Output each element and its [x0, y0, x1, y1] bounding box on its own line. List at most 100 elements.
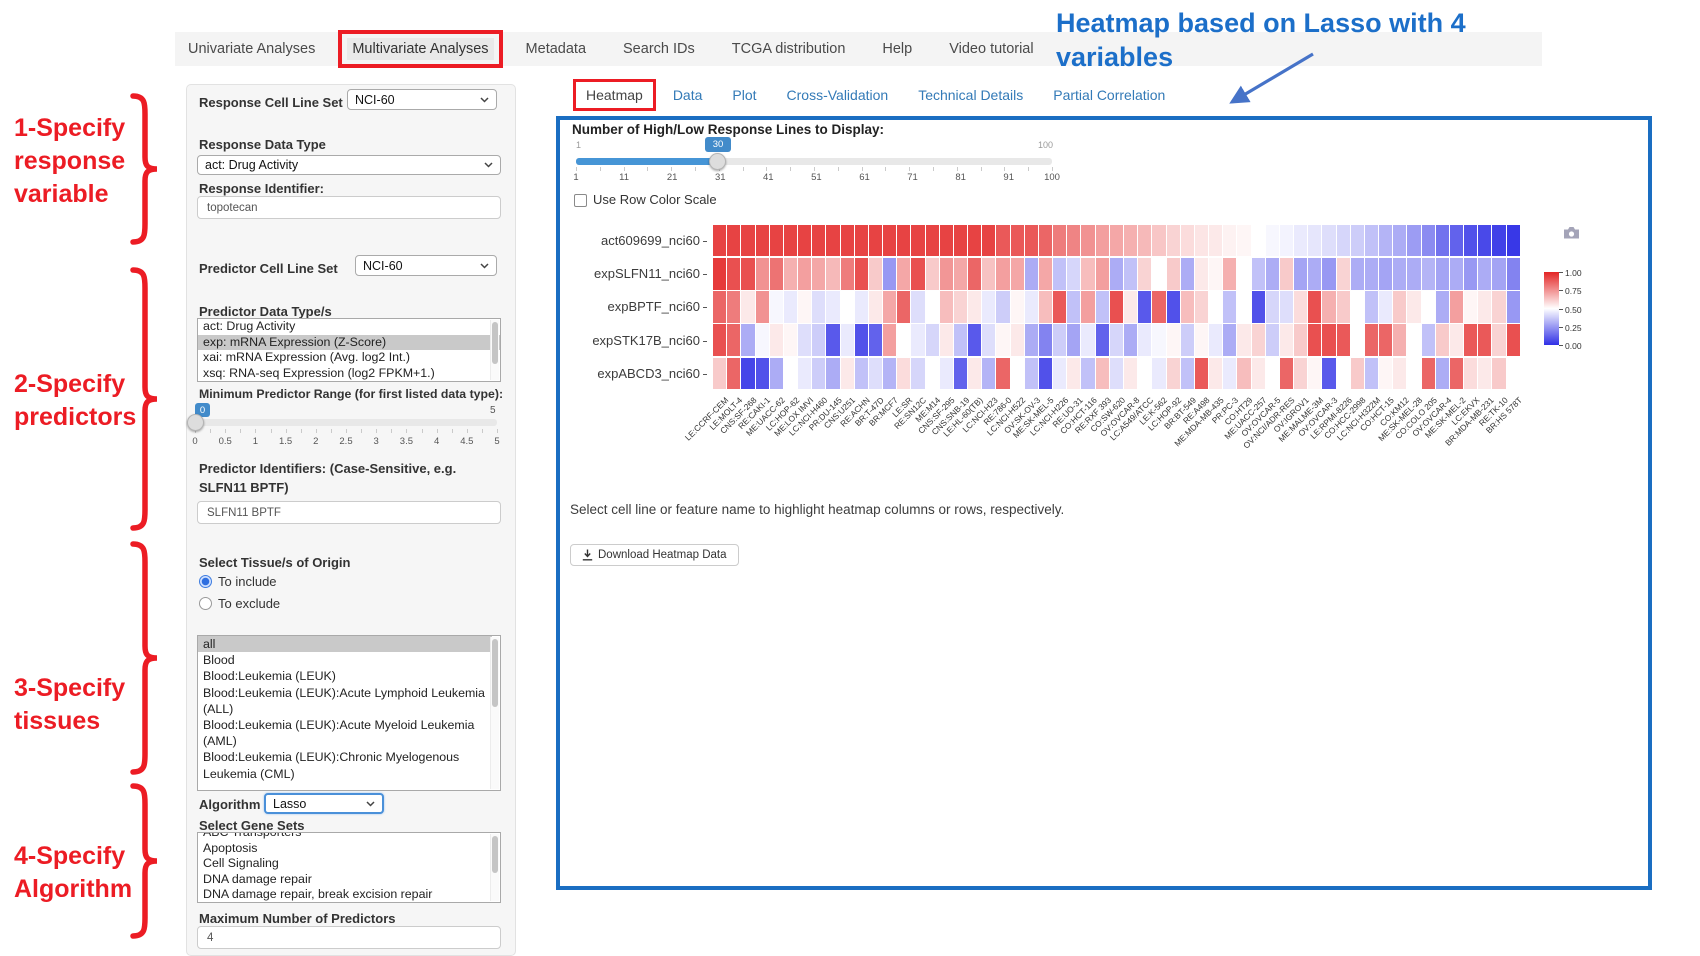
- nav-item-metadata[interactable]: Metadata: [521, 38, 591, 60]
- gene-set-option[interactable]: Apoptosis: [198, 841, 500, 857]
- display-tickmark: [814, 167, 815, 171]
- scrollbar[interactable]: [490, 320, 499, 380]
- gene-set-option[interactable]: Cell Signaling: [198, 856, 500, 872]
- heatmap-cell: [1478, 358, 1492, 390]
- tissue-option[interactable]: Blood:Leukemia (LEUK):Chronic Myelogenou…: [198, 749, 492, 781]
- camera-icon[interactable]: [1562, 224, 1581, 241]
- display-tick-label: 31: [715, 172, 726, 183]
- heatmap-cell: [1507, 291, 1521, 323]
- tissue-include-radio[interactable]: [199, 575, 212, 588]
- tissue-option[interactable]: Blood:Leukemia (LEUK):Acute Myeloid Leuk…: [198, 717, 492, 749]
- predictor-data-type-option[interactable]: xsq: RNA-seq Expression (log2 FPKM+1.): [198, 366, 500, 382]
- scrollbar-thumb[interactable]: [492, 836, 498, 873]
- display-slider-track[interactable]: [576, 158, 1052, 165]
- heatmap-row-label[interactable]: expSLFN11_nci60: [561, 257, 707, 290]
- heatmap-cell: [926, 225, 940, 257]
- tissue-option[interactable]: Blood: [198, 652, 492, 668]
- heatmap-cell: [1067, 291, 1081, 323]
- scrollbar[interactable]: [490, 637, 499, 789]
- heatmap-cell: [798, 225, 812, 257]
- gene-set-option[interactable]: DNA damage repair, break excision repair: [198, 887, 500, 903]
- heatmap-cell: [1252, 291, 1266, 323]
- heatmap-cell: [1478, 225, 1492, 257]
- heatmap-cell: [1422, 225, 1436, 257]
- download-heatmap-data-button[interactable]: Download Heatmap Data: [570, 544, 739, 566]
- heatmap-cell: [1492, 225, 1506, 257]
- tissue-option[interactable]: all: [198, 636, 492, 652]
- response-identifier-input[interactable]: topotecan: [197, 196, 501, 219]
- min-predictor-range-handle[interactable]: [187, 414, 204, 431]
- heatmap-cell: [1308, 358, 1322, 390]
- row-color-scale-checkbox-label[interactable]: Use Row Color Scale: [593, 192, 717, 207]
- nav-item-search-ids[interactable]: Search IDs: [618, 38, 700, 60]
- download-button-label: Download Heatmap Data: [598, 549, 727, 561]
- min-predictor-range-track[interactable]: [195, 419, 497, 426]
- display-tickmark: [600, 167, 601, 171]
- algorithm-select[interactable]: Lasso: [264, 793, 384, 814]
- chevron-down-icon: [484, 162, 493, 168]
- tab-cross-validation[interactable]: Cross-Validation: [785, 86, 891, 104]
- heatmap-cell: [1436, 324, 1450, 356]
- predictor-data-type-option[interactable]: act: Drug Activity: [198, 319, 500, 335]
- chevron-down-icon: [366, 801, 375, 807]
- heatmap-cell: [1450, 258, 1464, 290]
- tissue-include-radio-label[interactable]: To include: [218, 574, 277, 589]
- heatmap-cell: [883, 358, 897, 390]
- heatmap-row: [713, 324, 1521, 356]
- response-cell-line-set-select[interactable]: NCI-60: [347, 89, 497, 110]
- heatmap-cell: [1110, 291, 1124, 323]
- predictor-cell-line-set-select[interactable]: NCI-60: [355, 255, 497, 276]
- tab-partial-correlation[interactable]: Partial Correlation: [1051, 86, 1167, 104]
- heatmap-row-label[interactable]: expSTK17B_nci60: [561, 324, 707, 357]
- max-predictors-input[interactable]: 4: [197, 926, 501, 949]
- heatmap-cell: [926, 291, 940, 323]
- colorbar-tick-label: 0.75: [1565, 286, 1582, 296]
- tissue-option[interactable]: Blood:Leukemia (LEUK): [198, 668, 492, 684]
- heatmap-cell: [897, 358, 911, 390]
- predictor-data-type-option[interactable]: xai: mRNA Expression (Avg. log2 Int.): [198, 350, 500, 366]
- range-tickmark: [271, 429, 272, 433]
- tab-technical-details[interactable]: Technical Details: [916, 86, 1025, 104]
- range-tick-label: 2.5: [339, 436, 352, 447]
- heatmap-cell: [1379, 225, 1393, 257]
- heatmap-cell: [869, 291, 883, 323]
- tissue-exclude-radio[interactable]: [199, 597, 212, 610]
- nav-item-univariate-analyses[interactable]: Univariate Analyses: [183, 38, 320, 60]
- nav-item-video-tutorial[interactable]: Video tutorial: [944, 38, 1038, 60]
- heatmap-cell: [1266, 225, 1280, 257]
- tab-heatmap[interactable]: Heatmap: [584, 86, 645, 104]
- gene-set-option[interactable]: DNA damage repair: [198, 872, 500, 888]
- row-color-scale-checkbox[interactable]: [574, 194, 587, 207]
- tab-plot[interactable]: Plot: [730, 86, 758, 104]
- scrollbar[interactable]: [490, 834, 499, 901]
- display-slider-handle[interactable]: [709, 153, 726, 170]
- heatmap-cell: [1237, 291, 1251, 323]
- heatmap-cell: [1081, 258, 1095, 290]
- heatmap-cell: [1337, 358, 1351, 390]
- annotation-step-1-label: 1-Specify response variable: [14, 112, 136, 211]
- gene-set-option[interactable]: ABC Transporters: [198, 832, 500, 841]
- response-data-type-select[interactable]: act: Drug Activity: [197, 155, 501, 175]
- nav-item-tcga-distribution[interactable]: TCGA distribution: [727, 38, 851, 60]
- tab-data[interactable]: Data: [671, 86, 705, 104]
- tissue-option[interactable]: Blood:Leukemia (LEUK):Acute Lymphoid Leu…: [198, 685, 492, 717]
- range-tickmark: [255, 429, 256, 433]
- nav-item-help[interactable]: Help: [877, 38, 917, 60]
- scrollbar-thumb[interactable]: [492, 639, 498, 707]
- nav-item-multivariate-analyses[interactable]: Multivariate Analyses: [347, 38, 493, 60]
- heatmap-cell: [741, 225, 755, 257]
- tissue-exclude-radio-label[interactable]: To exclude: [218, 596, 280, 611]
- heatmap-row-label[interactable]: act609699_nci60: [561, 224, 707, 257]
- heatmap-cell: [770, 324, 784, 356]
- heatmap-row-label[interactable]: expBPTF_nci60: [561, 290, 707, 323]
- predictor-data-type-option[interactable]: exp: mRNA Expression (Z-Score): [198, 335, 500, 351]
- heatmap-row-label[interactable]: expABCD3_nci60: [561, 357, 707, 390]
- annotation-step-4-label: 4-Specify Algorithm: [14, 840, 136, 906]
- scrollbar-thumb[interactable]: [492, 322, 498, 364]
- heatmap-cell: [883, 291, 897, 323]
- heatmap-cell: [1081, 358, 1095, 390]
- heatmap-cell: [897, 258, 911, 290]
- heatmap-cell: [741, 324, 755, 356]
- heatmap-row: [713, 225, 1521, 257]
- predictor-identifiers-input[interactable]: SLFN11 BPTF: [197, 501, 501, 524]
